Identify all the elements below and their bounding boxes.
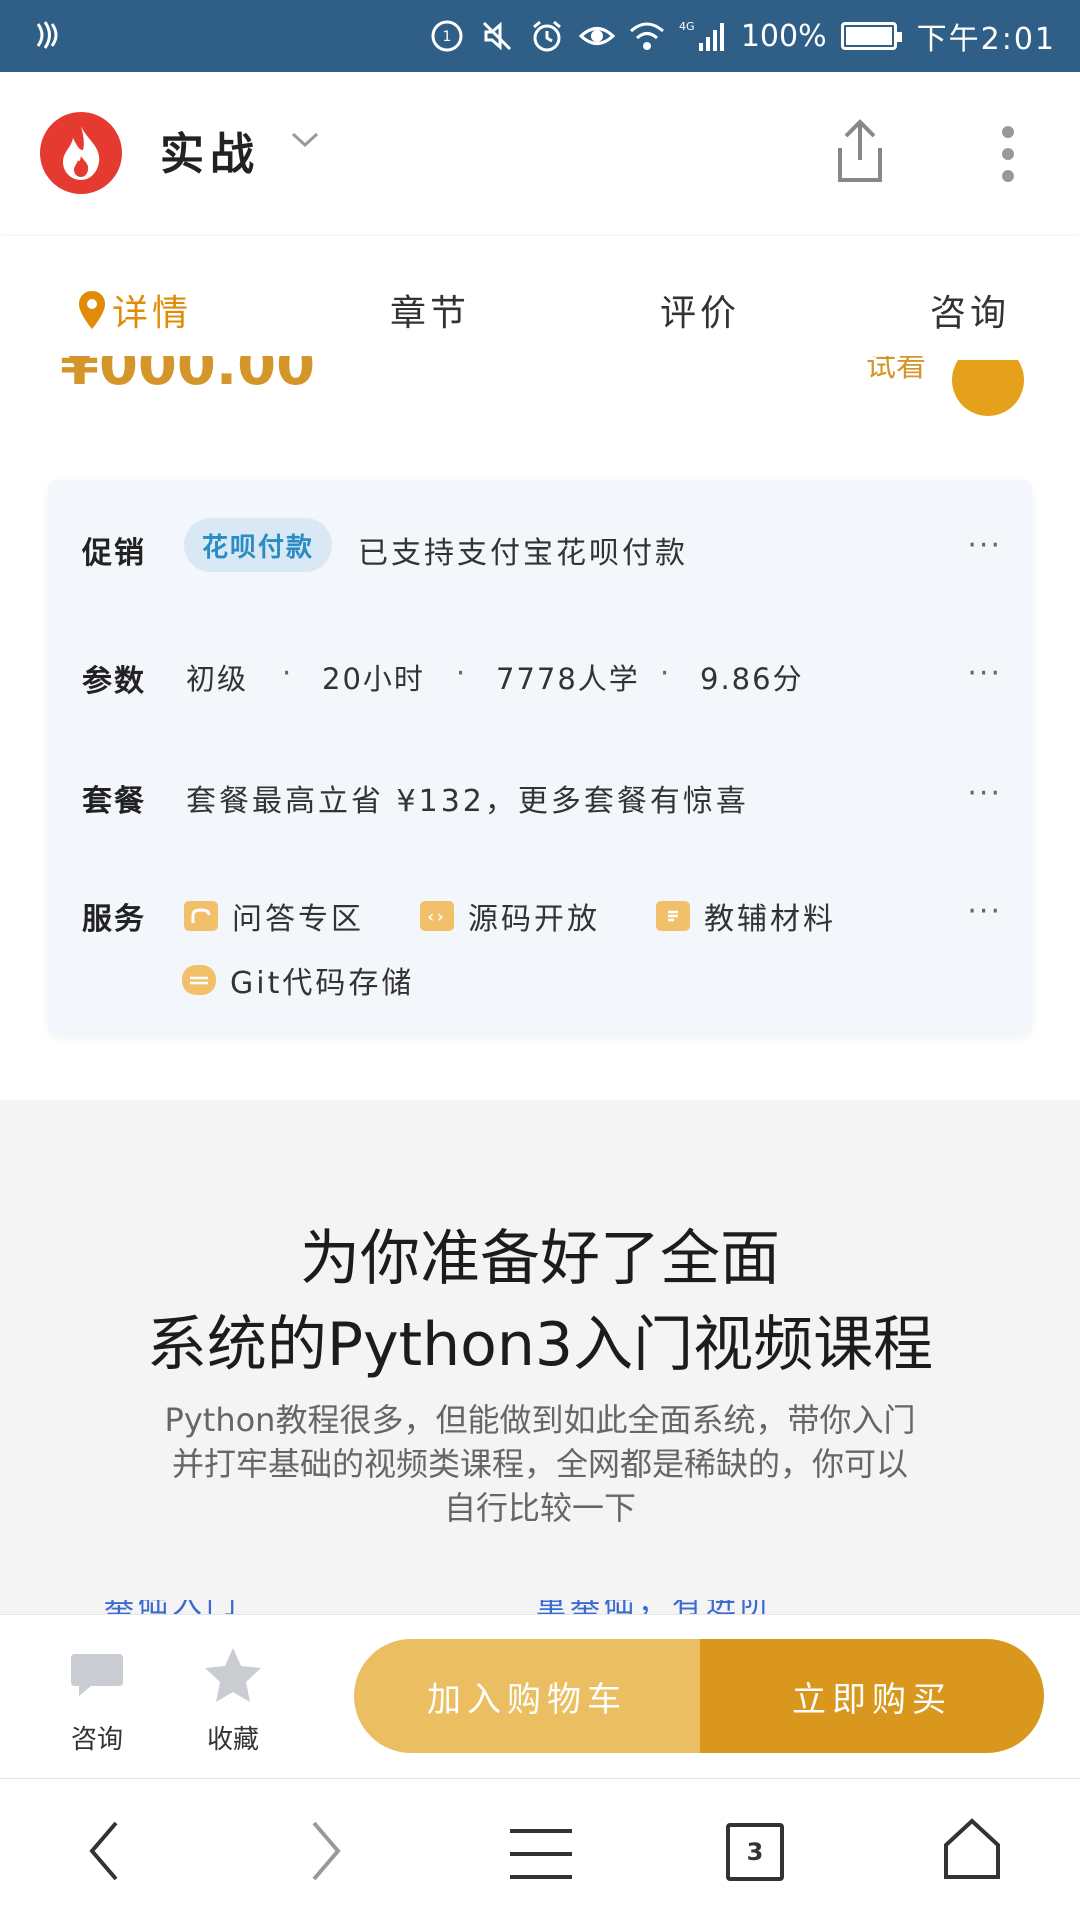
param-students: 7778人学 (496, 662, 640, 696)
nfc-icon (34, 20, 60, 58)
tab-consult-label: 咨询 (930, 293, 1011, 334)
svg-text:1: 1 (442, 29, 451, 45)
buy-now-button[interactable]: 立即购买 (700, 1639, 1044, 1753)
signal-icon: 4G (679, 18, 727, 54)
tab-reviews[interactable]: 评价 (660, 284, 740, 336)
tab-details[interactable]: 详情 (76, 284, 192, 336)
clock: 下午2:01 (916, 22, 1056, 57)
chat-bubble-icon (52, 1645, 142, 1705)
add-to-cart-button[interactable]: 加入购物车 (354, 1639, 700, 1753)
service-git: Git代码存储 (182, 958, 414, 1002)
price: ¥000.00 (60, 356, 316, 396)
tab-reviews-label: 评价 (660, 293, 741, 334)
promo-label: 促销 (82, 536, 146, 571)
params-more-icon[interactable]: ··· (967, 656, 1002, 691)
qa-icon (184, 901, 218, 931)
favorite-button[interactable]: 收藏 (188, 1645, 278, 1756)
menu-icon[interactable] (508, 1827, 574, 1885)
purchase-buttons: 加入购物车 立即购买 (354, 1639, 1044, 1753)
alarm-icon (529, 18, 565, 54)
favorite-label: 收藏 (206, 1725, 259, 1755)
storage-icon (182, 965, 216, 995)
param-duration: 20小时 (322, 662, 425, 696)
network-type: 4G (679, 20, 695, 33)
battery-fill (845, 27, 892, 45)
tab-consult[interactable]: 咨询 (930, 284, 1010, 336)
data-saver-icon: 1 (429, 18, 465, 54)
tab-bar: 详情 章节 评价 咨询 (0, 236, 1080, 366)
tab-chapters-label: 章节 (390, 293, 471, 334)
package-text: 套餐最高立省 ¥132，更多套餐有惊喜 (186, 784, 749, 819)
mute-icon (479, 18, 515, 54)
trial-play-icon[interactable] (952, 360, 1024, 416)
params-label: 参数 (82, 664, 146, 699)
browser-nav-bar: 3 (0, 1778, 1080, 1920)
promo-more-icon[interactable]: ··· (967, 528, 1002, 563)
battery-icon (840, 22, 902, 50)
intro-headline-line2: 系统的Python3入门视频课程 (146, 1310, 934, 1380)
page-title: 实战 (160, 129, 260, 180)
forward-icon[interactable] (306, 1819, 346, 1887)
trial-label[interactable]: 试看 (866, 356, 926, 392)
course-intro-section: 为你准备好了全面 系统的Python3入门视频课程 Python教程很多，但能做… (0, 1100, 1080, 1620)
param-level: 初级 (186, 662, 249, 696)
code-icon: ‹› (420, 901, 454, 931)
huabei-badge: 花呗付款 (184, 518, 333, 572)
location-pin-icon (79, 291, 105, 329)
service-materials: 教辅材料 (656, 894, 836, 938)
consult-button[interactable]: 咨询 (52, 1645, 142, 1756)
home-icon[interactable] (940, 1817, 1004, 1885)
param-score: 9.86分 (700, 662, 804, 696)
chevron-down-icon[interactable] (290, 130, 320, 154)
param-separator: · (660, 656, 670, 690)
app-header: 实战 (0, 72, 1080, 234)
star-icon (188, 1645, 278, 1705)
more-menu-icon[interactable] (1000, 124, 1016, 188)
wifi-icon (629, 18, 665, 54)
purchase-action-bar: 咨询 收藏 加入购物车 立即购买 (0, 1614, 1080, 1776)
course-info-card: 促销 花呗付款 已支持支付宝花呗付款 ··· 参数 初级 · 20小时 · 77… (48, 480, 1032, 1036)
intro-headline-line1: 为你准备好了全面 (300, 1224, 780, 1294)
service-label: 服务 (82, 902, 146, 937)
back-icon[interactable] (84, 1819, 124, 1887)
service-more-icon[interactable]: ··· (967, 894, 1002, 929)
tab-count: 3 (726, 1823, 784, 1881)
status-bar: 1 4G 100% 下午2:01 (0, 0, 1080, 72)
promo-text: 已支持支付宝花呗付款 (358, 536, 688, 571)
service-source: ‹› 源码开放 (420, 894, 600, 938)
document-icon (656, 901, 690, 931)
package-more-icon[interactable]: ··· (967, 776, 1002, 811)
battery-percent: 100% (740, 18, 827, 54)
flame-icon[interactable] (40, 112, 122, 194)
package-label: 套餐 (82, 784, 146, 819)
share-icon[interactable] (830, 118, 890, 188)
eye-icon (578, 18, 615, 54)
tabs-switcher[interactable]: 3 (726, 1823, 784, 1881)
param-separator: · (456, 656, 466, 690)
tab-chapters[interactable]: 章节 (390, 284, 470, 336)
intro-description: Python教程很多，但能做到如此全面系统，带你入门 并打牢基础的视频类课程，全… (164, 1401, 916, 1527)
param-separator: · (282, 656, 292, 690)
tab-details-label: 详情 (112, 293, 193, 334)
service-qa: 问答专区 (184, 894, 364, 938)
consult-label: 咨询 (70, 1725, 123, 1755)
